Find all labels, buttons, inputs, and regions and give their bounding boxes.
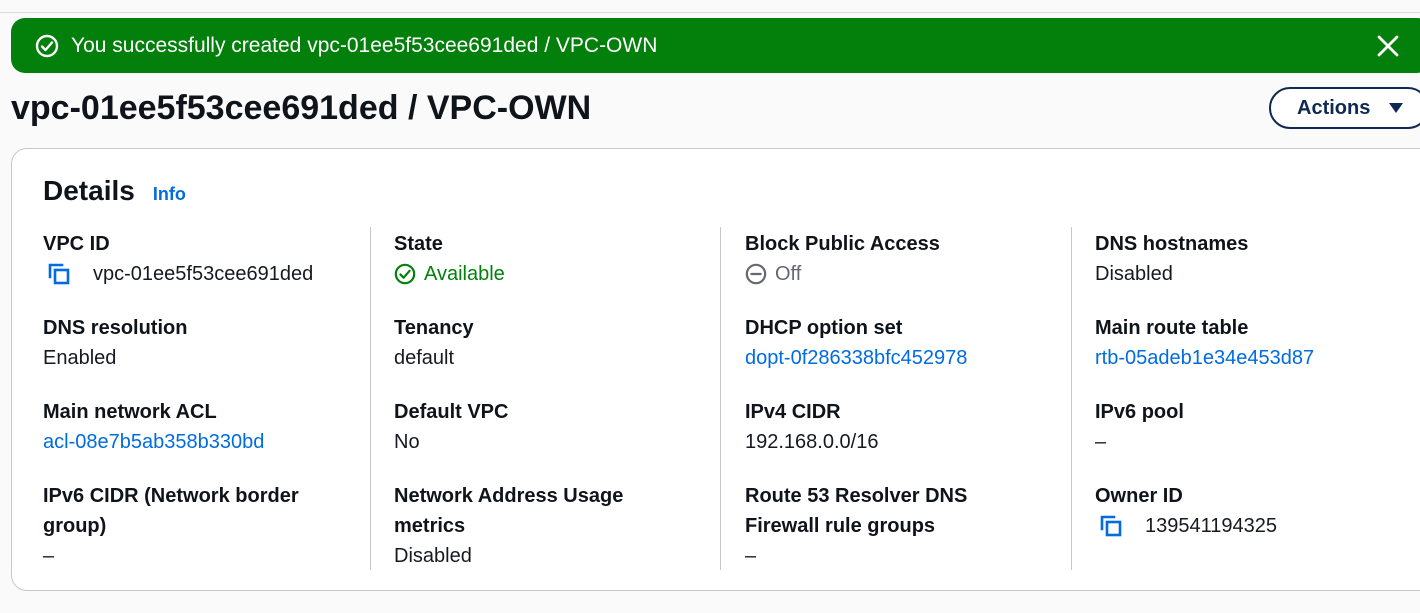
field-label: State [394,233,443,255]
field-value-text: vpc-01ee5f53cee691ded [93,263,314,285]
vpc-details-page: You successfully created vpc-01ee5f53cee… [0,0,1420,613]
check-circle-icon [35,34,59,58]
field-label: Default VPC [394,401,509,423]
column-divider [720,227,721,570]
column-divider [370,227,371,570]
field-ipv6-cidr-network-border-group: IPv6 CIDR (Network border group) – [43,481,333,571]
field-label: IPv6 CIDR (Network border group) [43,485,299,537]
field-value-text: – [745,545,757,567]
field-value: No [394,427,684,457]
field-label: Block Public Access [745,233,940,255]
field-value: default [394,343,684,373]
field-link[interactable]: rtb-05adeb1e34e453d87 [1095,343,1385,373]
copy-icon[interactable] [1099,514,1123,538]
details-container: Details Info VPC ID vpc-01ee5f53cee691ded… [11,148,1420,591]
field-value-text: default [394,347,455,369]
field-default-vpc: Default VPC No [394,397,684,457]
field-value: Available [394,259,684,289]
field-value-text: 139541194325 [1145,515,1277,537]
field-network-address-usage-metrics: Network Address Usage metrics Disabled [394,481,684,571]
field-value-text: Off [775,263,802,285]
actions-label: Actions [1297,96,1371,119]
info-link[interactable]: Info [153,184,186,205]
field-value: Off [745,259,1045,289]
field-dhcp-option-set: DHCP option set dopt-0f286338bfc452978 [745,313,1045,373]
check-circle-icon [394,263,416,285]
field-state: State Available [394,229,684,289]
field-value: Enabled [43,343,333,373]
field-value: Disabled [394,541,684,571]
field-value: vpc-01ee5f53cee691ded [43,259,333,289]
field-main-route-table: Main route table rtb-05adeb1e34e453d87 [1095,313,1385,373]
field-main-network-acl: Main network ACL acl-08e7b5ab358b330bd [43,397,333,457]
success-flashbar: You successfully created vpc-01ee5f53cee… [11,18,1420,73]
flash-message: You successfully created vpc-01ee5f53cee… [71,34,658,57]
field-label: DNS hostnames [1095,233,1249,255]
actions-button[interactable]: Actions [1269,87,1420,129]
field-ipv6-pool: IPv6 pool – [1095,397,1385,457]
field-label: DHCP option set [745,317,903,339]
field-label: IPv4 CIDR [745,401,841,423]
field-value: – [43,541,333,571]
field-value-text: No [394,431,420,453]
top-divider [0,12,1420,13]
field-label: Main network ACL [43,401,217,423]
details-title: Details [43,175,135,206]
field-link[interactable]: dopt-0f286338bfc452978 [745,343,1045,373]
field-label: Owner ID [1095,485,1183,507]
field-link-text[interactable]: dopt-0f286338bfc452978 [745,343,967,373]
field-vpc-id: VPC ID vpc-01ee5f53cee691ded [43,229,333,289]
details-header: Details Info [43,175,186,207]
column-divider [1071,227,1072,570]
field-label: DNS resolution [43,317,188,339]
field-value-text: – [1095,431,1107,453]
field-dns-hostnames: DNS hostnames Disabled [1095,229,1385,289]
field-value-text: 192.168.0.0/16 [745,431,879,453]
field-link-text[interactable]: rtb-05adeb1e34e453d87 [1095,343,1314,373]
caret-down-icon [1389,103,1404,113]
close-icon[interactable] [1375,33,1401,59]
field-dns-resolution: DNS resolution Enabled [43,313,333,373]
field-label: VPC ID [43,233,110,255]
field-label: Route 53 Resolver DNS Firewall rule grou… [745,485,968,537]
field-value: 192.168.0.0/16 [745,427,1045,457]
page-title: vpc-01ee5f53cee691ded / VPC-OWN [11,89,592,127]
field-label: IPv6 pool [1095,401,1184,423]
field-label: Tenancy [394,317,474,339]
field-value: – [1095,427,1385,457]
field-tenancy: Tenancy default [394,313,684,373]
field-owner-id: Owner ID 139541194325 [1095,481,1385,541]
field-link-text[interactable]: acl-08e7b5ab358b330bd [43,427,264,457]
stopped-icon [745,263,767,285]
field-value: – [745,541,1045,571]
field-label: Main route table [1095,317,1249,339]
field-value-text: Enabled [43,347,117,369]
field-value-text: Available [424,263,505,285]
field-route-53-resolver-dns-firewall-rule-groups: Route 53 Resolver DNS Firewall rule grou… [745,481,1045,571]
field-value: 139541194325 [1095,511,1385,541]
field-value-text: Disabled [1095,263,1173,285]
field-link[interactable]: acl-08e7b5ab358b330bd [43,427,333,457]
field-value-text: Disabled [394,545,472,567]
copy-icon[interactable] [47,262,71,286]
field-label: Network Address Usage metrics [394,485,624,537]
field-ipv4-cidr: IPv4 CIDR 192.168.0.0/16 [745,397,1045,457]
field-block-public-access: Block Public Access Off [745,229,1045,289]
field-value: Disabled [1095,259,1385,289]
field-value-text: – [43,545,55,567]
